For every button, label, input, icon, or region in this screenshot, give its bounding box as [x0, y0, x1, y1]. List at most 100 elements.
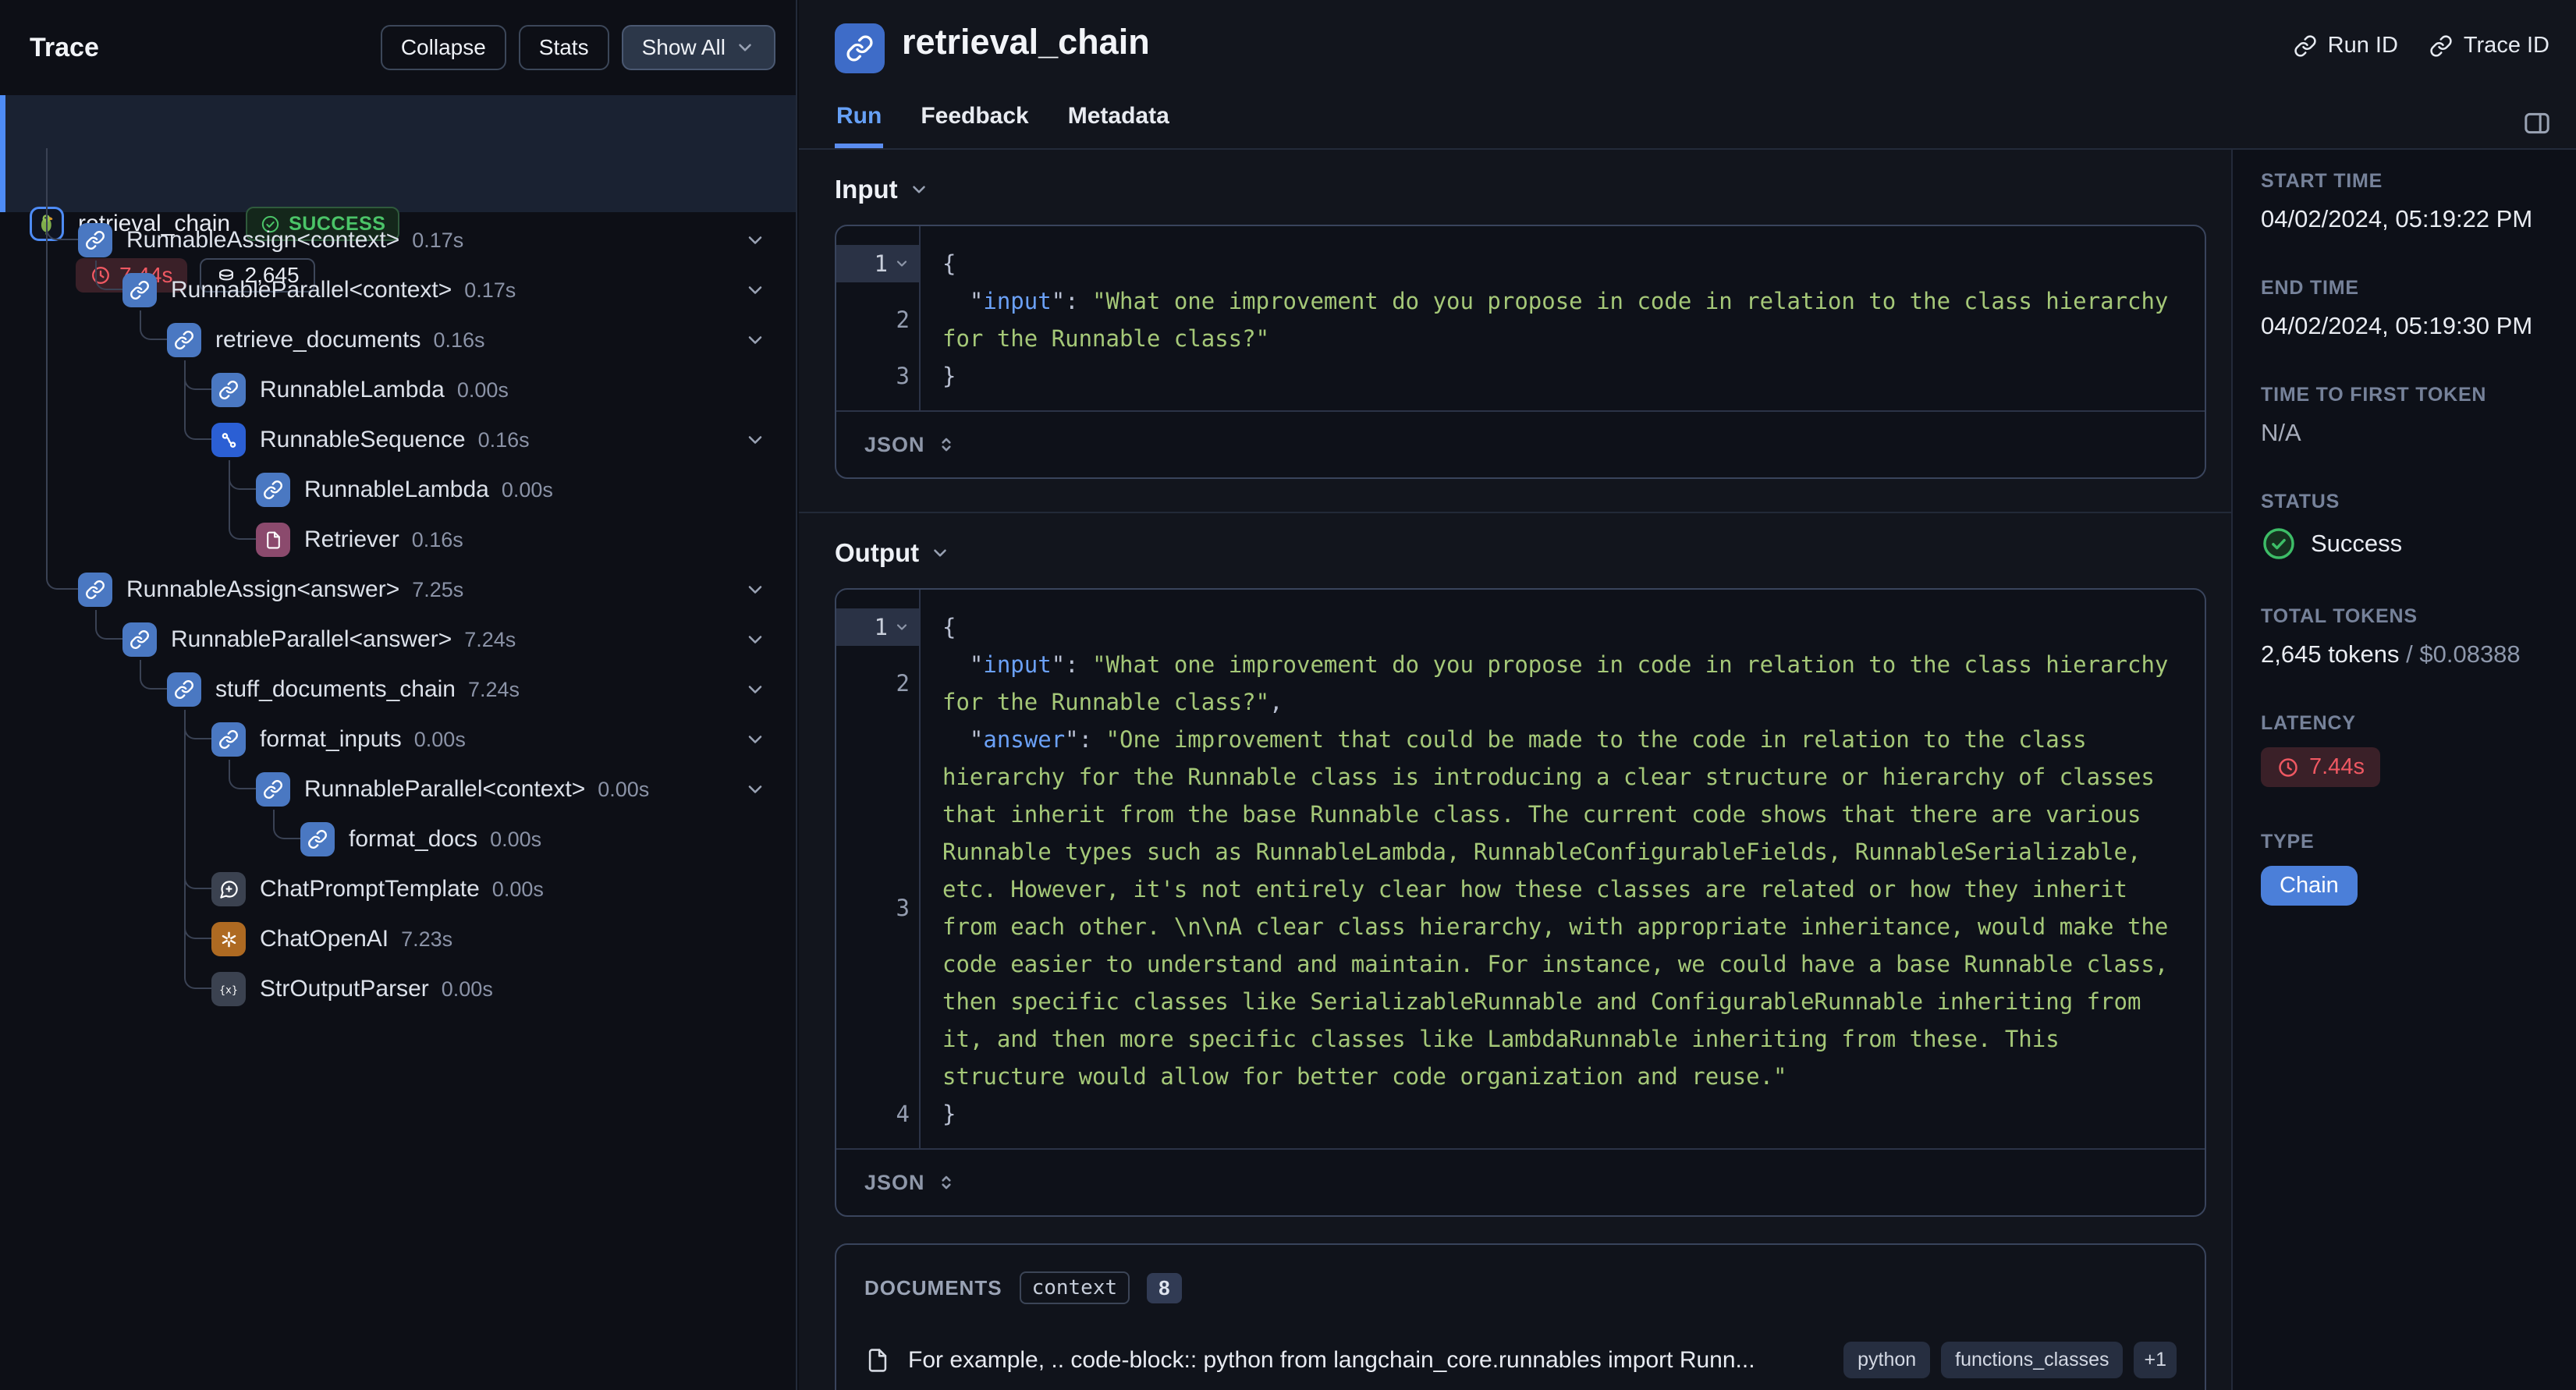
tree-row[interactable]: format_docs 0.00s — [349, 822, 541, 856]
tree-row[interactable]: Retriever 0.16s — [304, 523, 463, 557]
tree-row-duration: 7.25s — [412, 577, 464, 601]
panel-toggle-icon[interactable] — [2521, 108, 2553, 139]
line-number[interactable]: 4 — [836, 1095, 919, 1133]
tree-row-duration: 0.17s — [412, 228, 464, 252]
latency-badge: 7.44s — [2261, 747, 2380, 787]
code-line: 4} — [836, 1095, 2205, 1133]
line-number[interactable]: 1 — [836, 608, 919, 646]
documents-count-badge: 8 — [1147, 1272, 1182, 1303]
line-number[interactable]: 2 — [836, 646, 919, 721]
tree-row[interactable]: RunnableSequence 0.16s — [260, 423, 530, 457]
document-snippet: For example, .. code-block:: python from… — [908, 1346, 1755, 1373]
selected-accent-bar — [0, 95, 5, 212]
tree-row[interactable]: StrOutputParser 0.00s — [260, 972, 493, 1006]
chain-icon — [256, 473, 290, 507]
chevron-down-icon — [739, 44, 751, 51]
chevron-down-icon[interactable] — [744, 629, 766, 651]
input-format-select[interactable]: JSON — [864, 433, 956, 457]
input-code-editor[interactable]: 1{2 "input": "What one improvement do yo… — [836, 226, 2205, 410]
code-line: 1{ — [836, 608, 2205, 646]
tree-row-duration: 0.00s — [491, 877, 544, 901]
tab-feedback[interactable]: Feedback — [919, 103, 1030, 148]
tree-row[interactable]: RunnableLambda 0.00s — [304, 473, 553, 507]
end-time-value: 04/02/2024, 05:19:30 PM — [2261, 312, 2533, 339]
tree-row-duration: 0.00s — [456, 378, 509, 402]
tree-row-label: StrOutputParser — [260, 976, 429, 1002]
check-circle-icon — [2263, 528, 2294, 559]
line-number[interactable]: 3 — [836, 357, 919, 395]
clock-icon — [2279, 757, 2297, 777]
output-section-heading[interactable]: Output — [835, 538, 2206, 568]
code-line: 2 "input": "What one improvement do you … — [836, 282, 2205, 357]
trace-root-node[interactable]: retrieval_chain SUCCESS 7.44s 2,645 — [0, 95, 796, 293]
cost-value: / $0.08388 — [2399, 640, 2521, 668]
panel-title: Trace — [30, 32, 99, 62]
tree-row[interactable]: ChatOpenAI 7.23s — [260, 922, 452, 956]
line-number[interactable]: 2 — [836, 282, 919, 357]
tree-row-duration: 0.00s — [490, 827, 542, 851]
tree-row[interactable]: RunnableParallel<context> 0.00s — [304, 772, 649, 807]
prompt-icon — [211, 872, 246, 906]
output-section: Output 1{2 "input": "What one improvemen… — [799, 538, 2231, 1217]
chevron-down-icon[interactable] — [744, 679, 766, 700]
chevron-down-icon[interactable] — [744, 729, 766, 750]
sequence-icon — [211, 423, 246, 457]
tree-row-duration: 7.23s — [401, 927, 453, 951]
tree-row-label: RunnableParallel<answer> — [171, 626, 452, 652]
tree-row-duration: 0.00s — [598, 777, 650, 801]
id-buttons: Run ID Trace ID — [2294, 33, 2549, 59]
fold-chevron-icon[interactable] — [894, 619, 910, 635]
line-number[interactable]: 1 — [836, 245, 919, 282]
output-code-footer: JSON — [836, 1148, 2205, 1215]
tree-row[interactable]: RunnableParallel<answer> 7.24s — [171, 622, 516, 657]
tree-row[interactable]: retrieve_documents 0.16s — [215, 323, 485, 357]
tab-run[interactable]: Run — [835, 103, 883, 148]
code-line: 1{ — [836, 245, 2205, 282]
chevron-down-icon[interactable] — [744, 329, 766, 351]
tree-row[interactable]: ChatPromptTemplate 0.00s — [260, 872, 544, 906]
tree-row[interactable]: RunnableLambda 0.00s — [260, 373, 509, 407]
chevron-down-icon[interactable] — [744, 229, 766, 251]
chevron-down-icon[interactable] — [744, 579, 766, 601]
line-number[interactable]: 3 — [836, 721, 919, 1095]
tree-row[interactable]: stuff_documents_chain 7.24s — [215, 672, 520, 707]
tree-row[interactable]: RunnableAssign<context> 0.17s — [126, 223, 463, 257]
tree-row-label: Retriever — [304, 527, 399, 552]
tree-connector — [184, 360, 211, 440]
chain-icon — [300, 822, 335, 856]
stats-button[interactable]: Stats — [518, 25, 609, 70]
chain-icon — [122, 622, 157, 657]
collapse-button[interactable]: Collapse — [380, 25, 506, 70]
tree-connector — [140, 310, 167, 340]
output-code-editor[interactable]: 1{2 "input": "What one improvement do yo… — [836, 590, 2205, 1148]
chevron-down-icon[interactable] — [744, 778, 766, 800]
trace-panel-header: Trace Collapse Stats Show All — [0, 0, 796, 95]
trace-id-button[interactable]: Trace ID — [2429, 33, 2549, 59]
start-time-group: START TIME 04/02/2024, 05:19:22 PM — [2261, 170, 2560, 233]
tree-row-label: RunnableSequence — [260, 427, 466, 452]
tree-row[interactable]: format_inputs 0.00s — [260, 722, 466, 757]
tree-row-label: RunnableLambda — [304, 477, 489, 502]
svg-text:{x}: {x} — [219, 984, 238, 996]
chain-icon — [835, 23, 885, 73]
retriever-icon — [256, 523, 290, 557]
latency-group: LATENCY 7.44s — [2261, 712, 2560, 787]
document-row[interactable]: For example, .. code-block:: python from… — [864, 1342, 2177, 1378]
show-all-dropdown[interactable]: Show All — [621, 25, 775, 70]
start-time-value: 04/02/2024, 05:19:22 PM — [2261, 205, 2533, 232]
trace-panel-actions: Collapse Stats Show All — [380, 25, 775, 70]
link-icon — [2430, 34, 2452, 57]
tree-row-label: retrieve_documents — [215, 327, 421, 353]
chevron-down-icon[interactable] — [744, 279, 766, 301]
tree-row[interactable]: RunnableParallel<context> 0.17s — [171, 273, 516, 307]
tree-row[interactable]: RunnableAssign<answer> 7.25s — [126, 573, 463, 607]
tree-row-label: format_docs — [349, 826, 478, 852]
tab-metadata[interactable]: Metadata — [1066, 103, 1171, 148]
doc-tag-more[interactable]: +1 — [2134, 1342, 2177, 1378]
output-format-select[interactable]: JSON — [864, 1171, 956, 1195]
chevron-down-icon[interactable] — [744, 429, 766, 451]
fold-chevron-icon[interactable] — [894, 256, 910, 271]
run-id-button[interactable]: Run ID — [2294, 33, 2398, 59]
parser-icon: {x} — [211, 972, 246, 1006]
input-section-heading[interactable]: Input — [835, 175, 2206, 204]
